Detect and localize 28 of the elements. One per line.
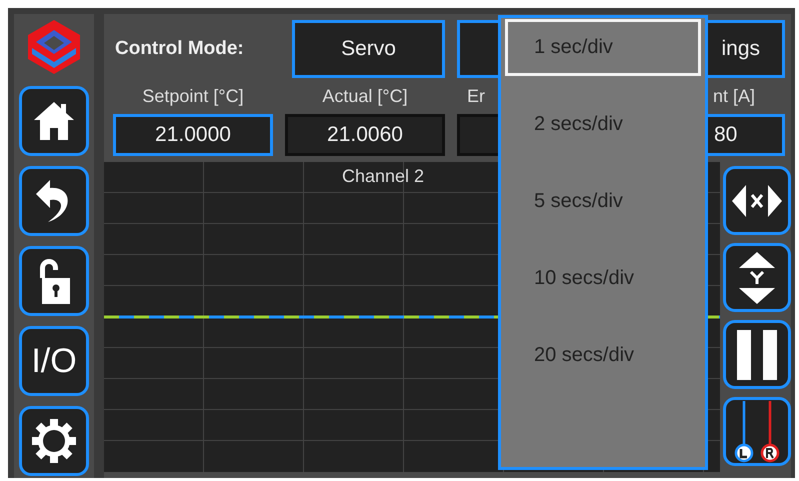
settings-button[interactable] [19,406,89,476]
menu-item[interactable]: 5 secs/div [505,173,701,230]
readout-label: Actual [°C] [321,86,409,108]
probes-button[interactable] [723,397,791,466]
settings-icon [30,417,78,465]
home-icon [32,100,76,142]
y-zoom-button[interactable] [723,243,791,312]
menu-item[interactable]: 10 secs/div [505,250,701,307]
logo-icon [26,18,82,76]
readout-field[interactable]: 21.0000 [113,114,273,156]
home-button[interactable] [19,86,89,156]
readout-field: 21.0060 [285,114,445,156]
readout-label: Er [466,86,486,108]
menu-item[interactable]: 2 secs/div [505,96,701,153]
pause-button[interactable] [723,320,791,389]
io-button[interactable]: I/O [19,326,89,396]
control-mode-label: Control Mode: [114,38,245,60]
menu-item[interactable]: 1 sec/div [505,19,701,76]
pause-icon [735,330,779,380]
readout-label: Setpoint [°C] [141,86,245,108]
mode-button[interactable]: Servo [292,20,445,78]
chart-title: Channel 2 [342,166,424,187]
unlock-button[interactable] [19,246,89,316]
readout-label: nt [A] [712,86,756,108]
x-zoom-button[interactable] [723,166,791,235]
undo-button[interactable] [19,166,89,236]
vertical-zoom-icon [737,250,777,306]
menu-item[interactable]: 20 secs/div [505,327,701,384]
